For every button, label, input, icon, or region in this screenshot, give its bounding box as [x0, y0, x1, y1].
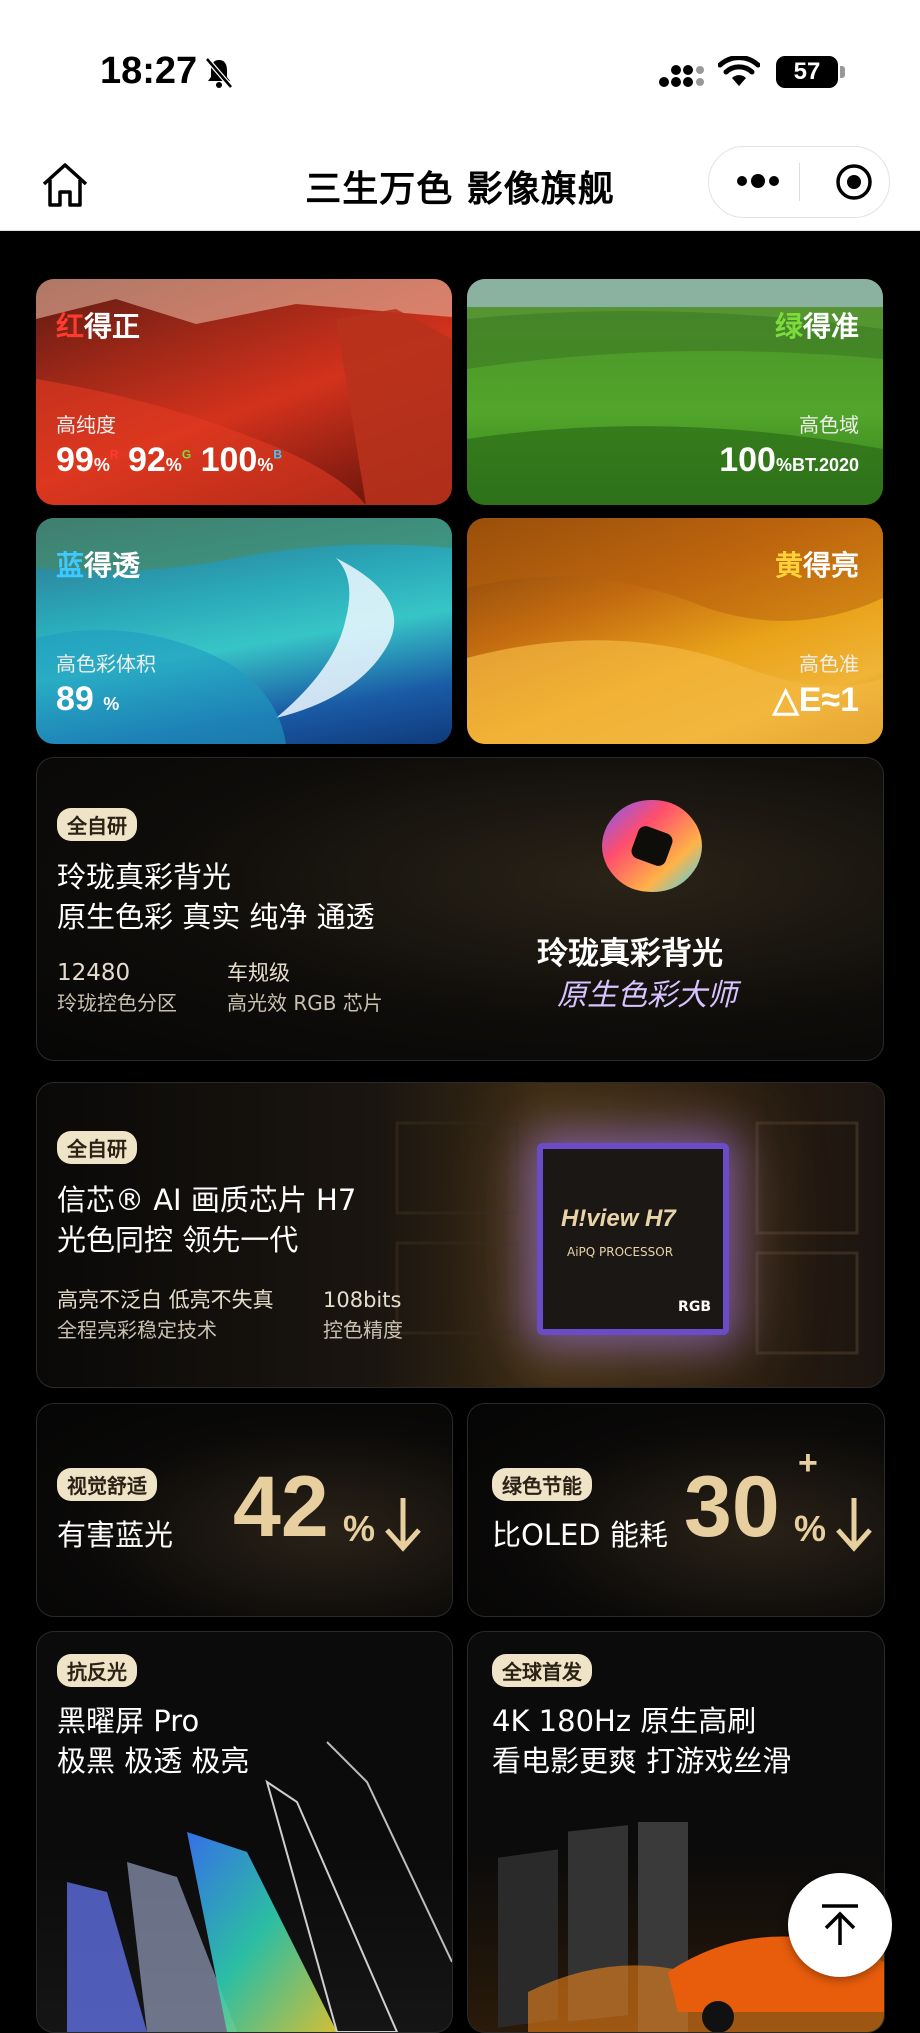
tile-blue-label: 高色彩体积: [56, 652, 156, 676]
more-icon[interactable]: [735, 169, 781, 193]
energy-card[interactable]: 绿色节能 比OLED 能耗 30 + %: [467, 1403, 885, 1617]
chip-card[interactable]: H!view H7 AiPQ PROCESSOR RGB 全自研 信芯® AI …: [36, 1082, 885, 1388]
backlight-card[interactable]: 全自研 玲珑真彩背光 原生色彩 真实 纯净 通透 12480 玲珑控色分区 车规…: [36, 757, 884, 1061]
tile-green[interactable]: 绿得准 高色域 100%BT.2020: [467, 279, 883, 505]
bell-muted-icon: [205, 57, 233, 89]
arrow-down-icon: [385, 1498, 421, 1552]
energy-title: 比OLED 能耗: [492, 1518, 668, 1552]
backlight-logo-icon: [602, 800, 702, 892]
tile-green-value: 100%BT.2020: [719, 441, 859, 479]
energy-plus: +: [798, 1444, 818, 1482]
chip-stat1: 高亮不泛白 低亮不失真 全程亮彩稳定技术: [57, 1288, 274, 1342]
screen-card[interactable]: 抗反光 黑曜屏 Pro 极黑 极透 极亮: [36, 1631, 453, 2033]
chip-line2: 光色同控 领先一代: [57, 1223, 299, 1257]
close-miniprogram-icon[interactable]: [835, 163, 873, 201]
tile-red[interactable]: 红得正 高纯度 99%R 92%G 100%B: [36, 279, 452, 505]
backlight-line2: 原生色彩 真实 纯净 通透: [57, 900, 375, 934]
chip-image: H!view H7 AiPQ PROCESSOR RGB: [537, 1143, 729, 1335]
chip-badge: 全自研: [57, 1131, 137, 1164]
backlight-line1: 玲珑真彩背光: [57, 860, 232, 894]
signal-icon: [659, 65, 704, 87]
battery-indicator: 57: [776, 56, 838, 88]
capsule-divider: [799, 163, 800, 201]
back-to-top-button[interactable]: [788, 1873, 892, 1977]
tile-blue-heading: 蓝得透: [56, 549, 141, 582]
bluelight-title: 有害蓝光: [57, 1518, 174, 1552]
tile-yellow-label: 高色准: [799, 652, 859, 676]
tile-red-values: 99%R 92%G 100%B: [56, 441, 283, 479]
tile-red-label: 高纯度: [56, 413, 116, 437]
screen-layers-image: [67, 1741, 452, 2032]
chip-line1: 信芯® AI 画质芯片 H7: [57, 1183, 357, 1217]
chip-rgb: RGB: [678, 1299, 711, 1315]
bluelight-percent: %: [343, 1508, 376, 1549]
chip-brand: H!view H7: [561, 1205, 676, 1232]
tile-yellow-heading: 黄得亮: [774, 549, 859, 582]
backlight-logo-title: 玲珑真彩背光: [537, 936, 723, 972]
energy-percent: %: [794, 1508, 827, 1549]
arrow-up-icon: [822, 1904, 858, 1945]
mini-program-capsule: [708, 146, 890, 218]
energy-value: 30: [684, 1459, 780, 1555]
main-content: 红得正 高纯度 99%R 92%G 100%B 绿得准 高色域 100%BT.2…: [0, 231, 920, 2033]
energy-badge: 绿色节能: [492, 1468, 592, 1501]
chip-processor: AiPQ PROCESSOR: [567, 1245, 674, 1259]
nav-bar: 三生万色 影像旗舰: [0, 140, 920, 231]
chip-stat2: 108bits 控色精度: [323, 1288, 403, 1342]
tile-yellow-value: △E≈1: [772, 681, 859, 719]
blue-light-card[interactable]: 视觉舒适 有害蓝光 42 %: [36, 1403, 453, 1617]
backlight-logo-subtitle: 原生色彩大师: [557, 978, 737, 1013]
tile-green-label: 高色域: [799, 413, 859, 437]
backlight-badge: 全自研: [57, 808, 137, 841]
tile-blue-value: 89 %: [56, 680, 120, 718]
battery-tip: [840, 66, 845, 78]
clock: 18:27: [100, 50, 198, 92]
tile-yellow[interactable]: 黄得亮 高色准 △E≈1: [467, 518, 883, 744]
tile-blue[interactable]: 蓝得透 高色彩体积 89 %: [36, 518, 452, 744]
bluelight-value: 42: [233, 1459, 329, 1555]
backlight-stat1: 12480 玲珑控色分区: [57, 960, 177, 1015]
status-bar: 18:27 57: [0, 0, 920, 140]
bluelight-badge: 视觉舒适: [57, 1468, 157, 1501]
backlight-stat2: 车规级 高光效 RGB 芯片: [227, 961, 383, 1015]
arrow-down-icon: [836, 1498, 872, 1552]
tile-green-heading: 绿得准: [774, 310, 859, 343]
wifi-icon: [718, 56, 760, 86]
tile-red-heading: 红得正: [56, 310, 141, 343]
